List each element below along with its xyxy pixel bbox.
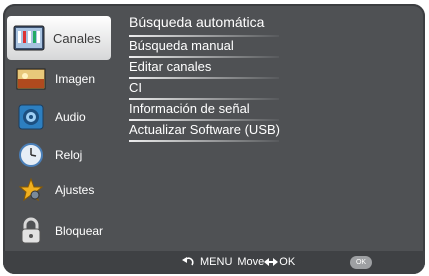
star-icon <box>15 176 47 204</box>
sidebar-item-label: Audio <box>55 110 86 124</box>
navigation-hint: MENU Move OK <box>181 256 295 268</box>
hint-bar: MENU Move OK OK <box>3 251 425 274</box>
channels-icon <box>13 24 45 52</box>
divider <box>129 56 279 58</box>
move-hint-label: Move <box>237 256 265 268</box>
sidebar-item-imagen[interactable]: Imagen <box>9 62 113 96</box>
sidebar-item-canales[interactable]: Canales <box>7 16 111 60</box>
menu-item-label: Búsqueda manual <box>129 38 234 53</box>
divider <box>129 35 279 37</box>
menu-item-label: Actualizar Software (USB) <box>129 122 280 137</box>
speaker-icon <box>15 103 47 131</box>
menu-item-label: CI <box>129 80 142 95</box>
divider <box>129 77 279 79</box>
sidebar-item-label: Reloj <box>55 148 83 162</box>
menu-hint-label: MENU <box>200 256 233 268</box>
sidebar-item-label: Canales <box>53 30 101 46</box>
divider <box>129 140 279 142</box>
channel-submenu: Búsqueda automática Búsqueda manual Edit… <box>129 14 419 143</box>
return-icon <box>181 256 195 268</box>
sidebar-item-label: Bloquear <box>55 224 104 238</box>
clock-icon <box>15 141 47 169</box>
sidebar: Canales Imagen Audio Reloj Ajustes Bloqu… <box>3 4 115 251</box>
divider <box>129 119 279 121</box>
ok-button[interactable]: OK <box>350 256 372 269</box>
sidebar-item-ajustes[interactable]: Ajustes <box>9 173 113 207</box>
sidebar-item-reloj[interactable]: Reloj <box>9 138 113 172</box>
tv-menu-frame: Canales Imagen Audio Reloj Ajustes Bloqu… <box>3 4 425 274</box>
menu-item-signal-info[interactable]: Información de señal <box>129 101 419 122</box>
menu-item-software-update[interactable]: Actualizar Software (USB) <box>129 122 419 143</box>
menu-item-auto-search[interactable]: Búsqueda automática <box>129 14 419 38</box>
sidebar-item-label: Ajustes <box>55 183 95 197</box>
menu-item-manual-search[interactable]: Búsqueda manual <box>129 38 419 59</box>
menu-item-ci[interactable]: CI <box>129 80 419 101</box>
menu-item-edit-channels[interactable]: Editar canales <box>129 59 419 80</box>
sidebar-item-label: Imagen <box>55 72 96 86</box>
move-arrows-icon <box>264 256 279 268</box>
ok-hint-label: OK <box>279 256 296 268</box>
divider <box>129 98 279 100</box>
menu-item-label: Información de señal <box>129 101 250 116</box>
sidebar-item-bloquear[interactable]: Bloquear <box>9 214 113 248</box>
ok-button-label: OK <box>355 259 367 266</box>
sidebar-item-audio[interactable]: Audio <box>9 100 113 134</box>
menu-item-label: Editar canales <box>129 59 212 74</box>
lock-icon <box>15 217 47 245</box>
picture-icon <box>15 65 47 93</box>
menu-item-label: Búsqueda automática <box>129 14 265 30</box>
